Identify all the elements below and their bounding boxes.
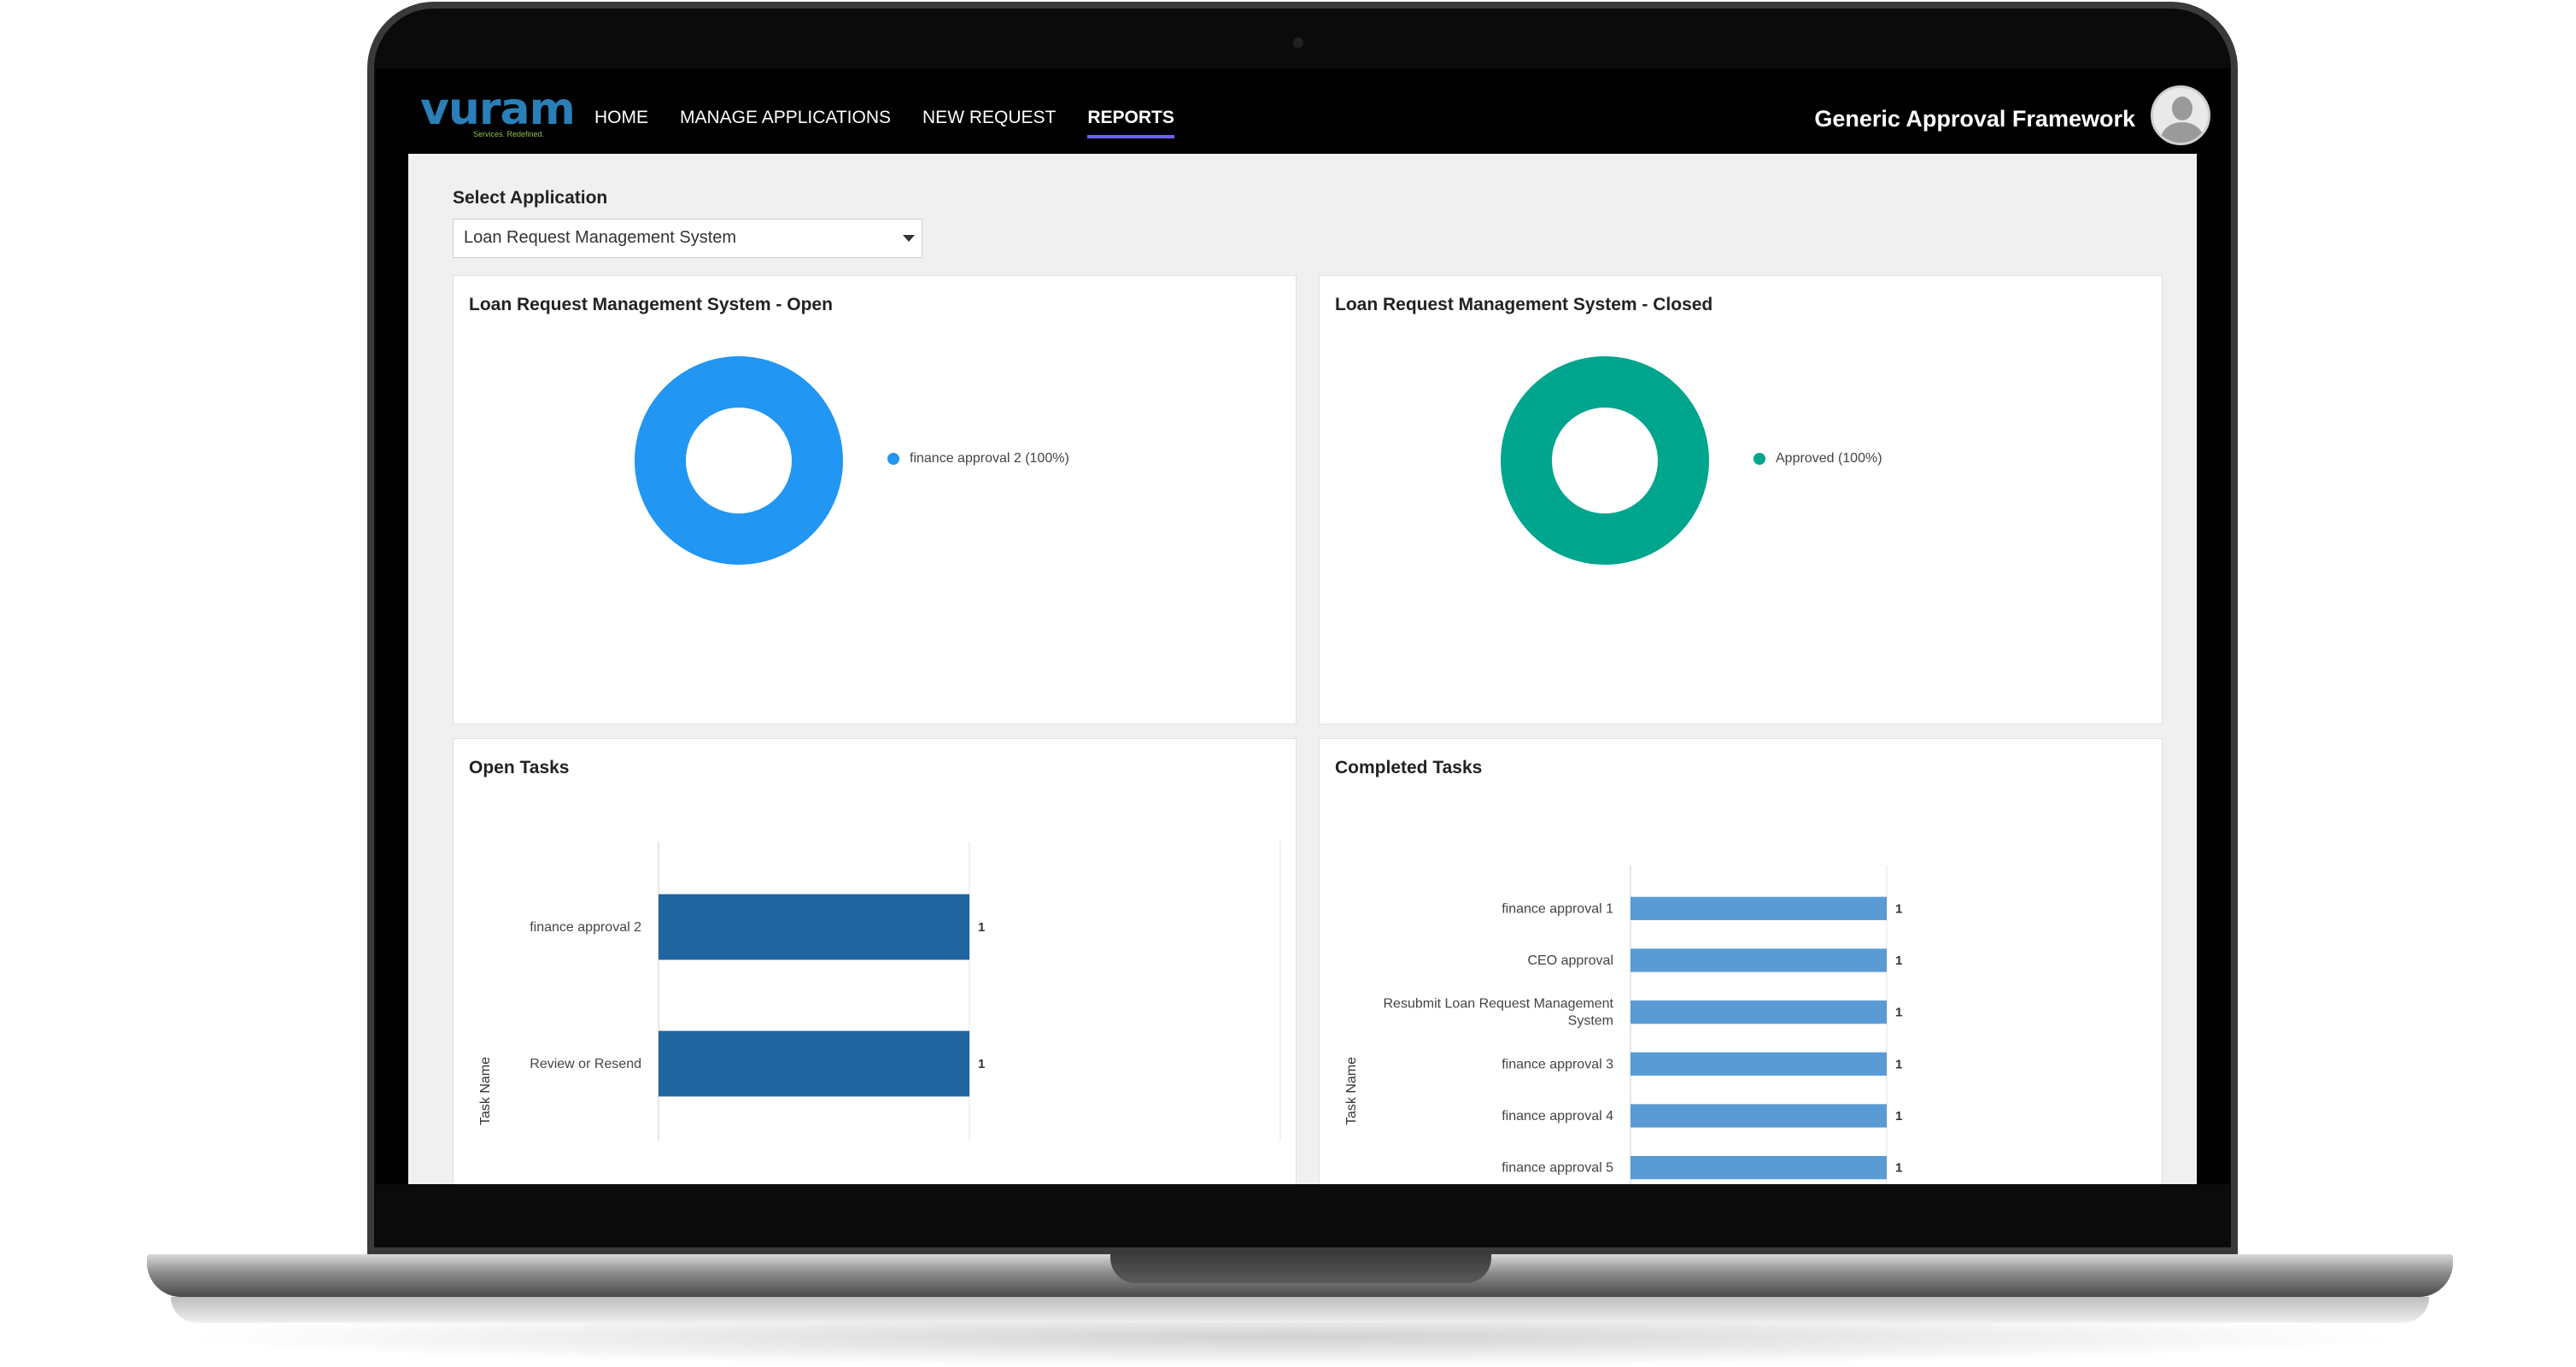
- category-label-1: Review or Resend: [530, 1057, 641, 1071]
- laptop-notch: [1110, 1253, 1491, 1283]
- closed-donut-chart: [1501, 356, 1709, 565]
- completed-tasks-y-axis-label: Task Name: [1344, 1057, 1359, 1125]
- category-label-1: CEO approval: [1528, 953, 1614, 968]
- user-avatar[interactable]: [2151, 85, 2210, 145]
- category-label-4: finance approval 4: [1502, 1109, 1613, 1124]
- avatar-head-icon: [2172, 97, 2193, 120]
- open-tasks-card: Open Tasks Task Name 1 finance approval 2…: [453, 738, 1297, 1184]
- bar-0[interactable]: [659, 894, 969, 960]
- category-label-2: Resubmit Loan Request Management: [1384, 997, 1614, 1012]
- reports-content: Select Application Loan Request Manageme…: [408, 154, 2197, 1184]
- category-label-3: finance approval 3: [1502, 1057, 1613, 1071]
- closed-legend-label: Approved (100%): [1776, 451, 1882, 466]
- bar-value-label-1: 1: [1895, 953, 1902, 968]
- vuram-logo[interactable]: vuram Services. Redefined.: [420, 84, 576, 147]
- bar-1[interactable]: [1630, 948, 1887, 972]
- nav-new-request[interactable]: NEW REQUEST: [922, 108, 1056, 138]
- closed-donut-slice[interactable]: [1501, 356, 1709, 565]
- open-donut-chart: [635, 356, 843, 565]
- application-select-value: Loan Request Management System: [464, 228, 737, 247]
- open-tasks-bar-chart: Task Name 1 finance approval 2 1 Review or …: [478, 842, 1281, 1141]
- bar-1[interactable]: [659, 1030, 969, 1097]
- bar-4[interactable]: [1630, 1104, 1887, 1128]
- open-donut-legend: finance approval 2 (100%): [887, 451, 1069, 466]
- avatar-body-icon: [2161, 122, 2204, 143]
- bar-value-label-1: 1: [978, 1057, 985, 1071]
- category-label-5: finance approval 5: [1502, 1161, 1613, 1176]
- nav-manage-applications[interactable]: MANAGE APPLICATIONS: [680, 108, 891, 138]
- category-label-0: finance approval 2: [530, 920, 641, 935]
- app-title: Generic Approval Framework: [1814, 106, 2135, 132]
- nav-links: HOME MANAGE APPLICATIONS NEW REQUEST REP…: [594, 108, 1206, 138]
- open-status-card: Loan Request Management System - Open fi…: [453, 275, 1297, 725]
- bar-value-label-3: 1: [1895, 1057, 1902, 1071]
- bar-0[interactable]: [1630, 896, 1887, 920]
- open-donut-slice[interactable]: [635, 356, 843, 565]
- application-select[interactable]: Loan Request Management System: [453, 219, 922, 258]
- legend-dot-icon: [887, 453, 899, 465]
- nav-home[interactable]: HOME: [594, 108, 648, 138]
- logo-wordmark: vuram: [420, 84, 576, 135]
- top-navbar: vuram Services. Redefined. HOME MANAGE A…: [376, 68, 2229, 154]
- bar-3[interactable]: [1630, 1052, 1887, 1076]
- bar-value-label-0: 1: [1895, 901, 1902, 916]
- legend-dot-icon: [1753, 453, 1765, 465]
- select-application-label: Select Application: [453, 188, 608, 208]
- screen: vuram Services. Redefined. HOME MANAGE A…: [376, 68, 2229, 1184]
- open-tasks-y-axis-label: Task Name: [478, 1057, 493, 1125]
- bar-value-label-0: 1: [978, 920, 985, 935]
- laptop-base-bottom: [171, 1297, 2429, 1323]
- chevron-down-icon[interactable]: [903, 235, 915, 242]
- closed-donut-legend: Approved (100%): [1753, 451, 1882, 466]
- closed-status-card: Loan Request Management System - Closed …: [1319, 275, 2163, 725]
- bar-value-label-2: 1: [1895, 1006, 1902, 1020]
- completed-tasks-bar-chart: Task Name 1 finance approval 1 1 CEO approv…: [1344, 865, 1902, 1184]
- bar-value-label-4: 1: [1895, 1109, 1902, 1124]
- bar-5[interactable]: [1630, 1156, 1887, 1180]
- bar-2[interactable]: [1630, 1000, 1887, 1024]
- logo-tagline: Services. Redefined.: [473, 130, 545, 138]
- camera-icon: [1293, 38, 1303, 48]
- category-label-0: finance approval 1: [1502, 901, 1613, 916]
- nav-reports[interactable]: REPORTS: [1087, 108, 1174, 138]
- bar-value-label-5: 1: [1895, 1161, 1902, 1176]
- open-legend-label: finance approval 2 (100%): [910, 451, 1069, 466]
- completed-tasks-card: Completed Tasks Task Name 1 finance appro…: [1319, 738, 2163, 1184]
- category-label-2: System: [1568, 1014, 1613, 1029]
